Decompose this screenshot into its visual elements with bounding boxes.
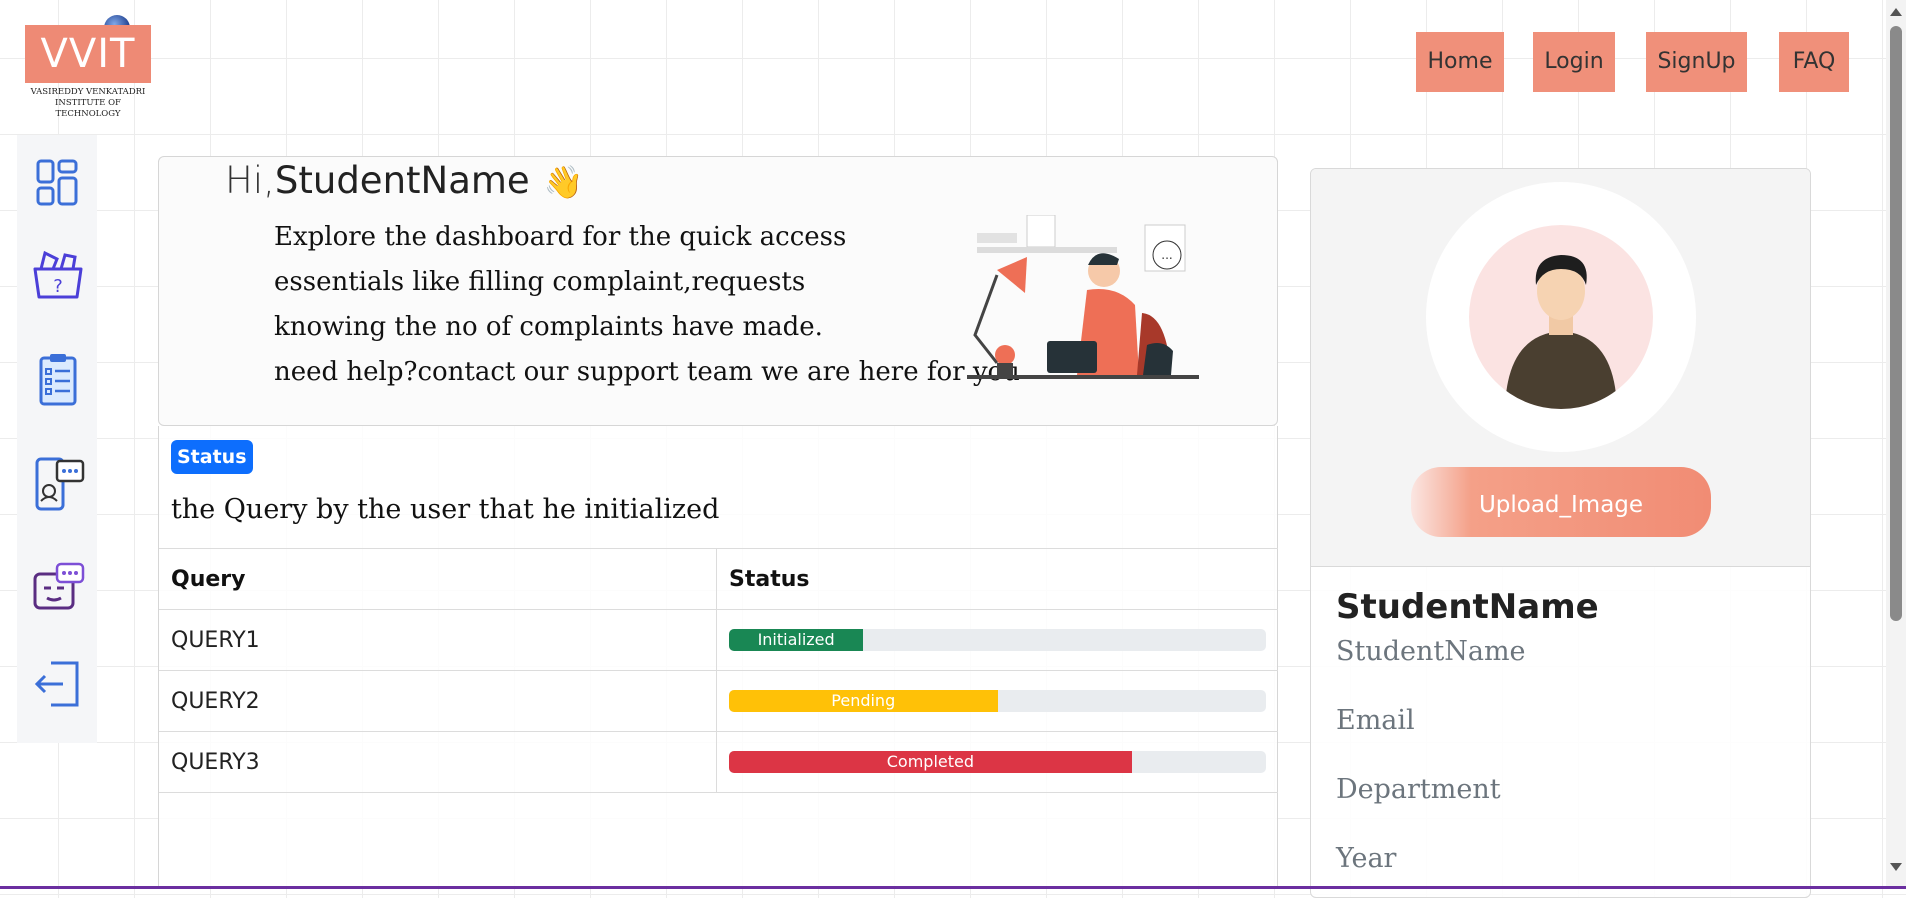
progress-fill: Initialized bbox=[729, 629, 864, 651]
profile-name: StudentName bbox=[1336, 587, 1599, 627]
profile-field-year: Year bbox=[1336, 843, 1397, 874]
table-header-row: Query Status bbox=[159, 548, 1278, 610]
wave-emoji: 👋 bbox=[543, 163, 584, 201]
person-at-desk-illustration: ... bbox=[967, 215, 1199, 379]
scroll-thumb[interactable] bbox=[1890, 26, 1902, 621]
table-row[interactable]: QUERY2 Pending bbox=[159, 670, 1278, 732]
welcome-card: Hi,StudentName 👋 Explore the dashboard fo… bbox=[158, 156, 1278, 426]
nav-faq-button[interactable]: FAQ bbox=[1779, 32, 1849, 92]
progress-bar: Pending bbox=[729, 690, 1266, 712]
scroll-up-arrow-icon[interactable] bbox=[1890, 8, 1902, 16]
column-header-query: Query bbox=[159, 548, 717, 610]
profile-field-email: Email bbox=[1336, 705, 1415, 736]
page-scrollbar[interactable] bbox=[1886, 0, 1906, 889]
svg-text:...: ... bbox=[1161, 248, 1172, 262]
profile-field-department: Department bbox=[1336, 774, 1501, 805]
scroll-down-arrow-icon[interactable] bbox=[1890, 863, 1902, 871]
progress-bar: Completed bbox=[729, 751, 1266, 773]
welcome-text: Explore the dashboard for the quick acce… bbox=[274, 215, 1020, 395]
nav-login-button[interactable]: Login bbox=[1533, 32, 1615, 92]
query-status-table: Query Status QUERY1 Initialized QUERY2 P… bbox=[159, 548, 1278, 793]
greeting-name: StudentName bbox=[274, 159, 530, 202]
progress-bar: Initialized bbox=[729, 629, 1266, 651]
query-cell: QUERY2 bbox=[159, 670, 717, 732]
greeting-hi: Hi, bbox=[225, 159, 275, 202]
svg-text:?: ? bbox=[53, 276, 63, 297]
upload-image-button[interactable]: Upload_Image bbox=[1411, 467, 1711, 537]
nav-home-button[interactable]: Home bbox=[1416, 32, 1504, 92]
query-cell: QUERY1 bbox=[159, 609, 717, 671]
logo-subtitle-line1: VASIREDDY VENKATADRI bbox=[30, 87, 146, 97]
progress-fill: Completed bbox=[729, 751, 1132, 773]
vvit-logo: VVIT VASIREDDY VENKATADRI INSTITUTE OF T… bbox=[25, 15, 155, 119]
column-header-status: Status bbox=[716, 548, 1278, 610]
user-avatar-icon bbox=[1505, 255, 1617, 409]
logo-subtitle-line2: INSTITUTE OF TECHNOLOGY bbox=[55, 98, 121, 119]
sidebar: ? bbox=[17, 135, 97, 743]
table-row[interactable]: QUERY1 Initialized bbox=[159, 609, 1278, 671]
nav-signup-button[interactable]: SignUp bbox=[1646, 32, 1747, 92]
welcome-line: Explore the dashboard for the quick acce… bbox=[274, 222, 847, 252]
table-row[interactable]: QUERY3 Completed bbox=[159, 731, 1278, 793]
welcome-line: essentials like filling complaint,reques… bbox=[274, 267, 806, 297]
logout-icon[interactable] bbox=[29, 655, 87, 713]
avatar bbox=[1426, 182, 1696, 452]
status-description: the Query by the user that he initialize… bbox=[171, 494, 720, 525]
status-section: Status the Query by the user that he ini… bbox=[158, 426, 1278, 889]
welcome-line: need help?contact our support team we ar… bbox=[274, 357, 1020, 387]
progress-fill: Pending bbox=[729, 690, 998, 712]
profile-card: Upload_Image StudentName StudentName Ema… bbox=[1310, 168, 1811, 898]
clipboard-list-icon[interactable] bbox=[29, 350, 87, 408]
profile-field-studentname: StudentName bbox=[1336, 636, 1526, 667]
logo-text: VVIT bbox=[25, 25, 151, 83]
query-cell: QUERY3 bbox=[159, 731, 717, 793]
greeting: Hi,StudentName 👋 bbox=[225, 159, 584, 202]
status-badge: Status bbox=[171, 440, 253, 474]
welcome-line: knowing the no of complaints have made. bbox=[274, 312, 823, 342]
chatbot-icon[interactable] bbox=[29, 560, 87, 618]
phone-support-icon[interactable] bbox=[29, 455, 87, 513]
dashboard-icon[interactable] bbox=[29, 155, 87, 213]
complaint-box-icon[interactable]: ? bbox=[29, 245, 87, 303]
